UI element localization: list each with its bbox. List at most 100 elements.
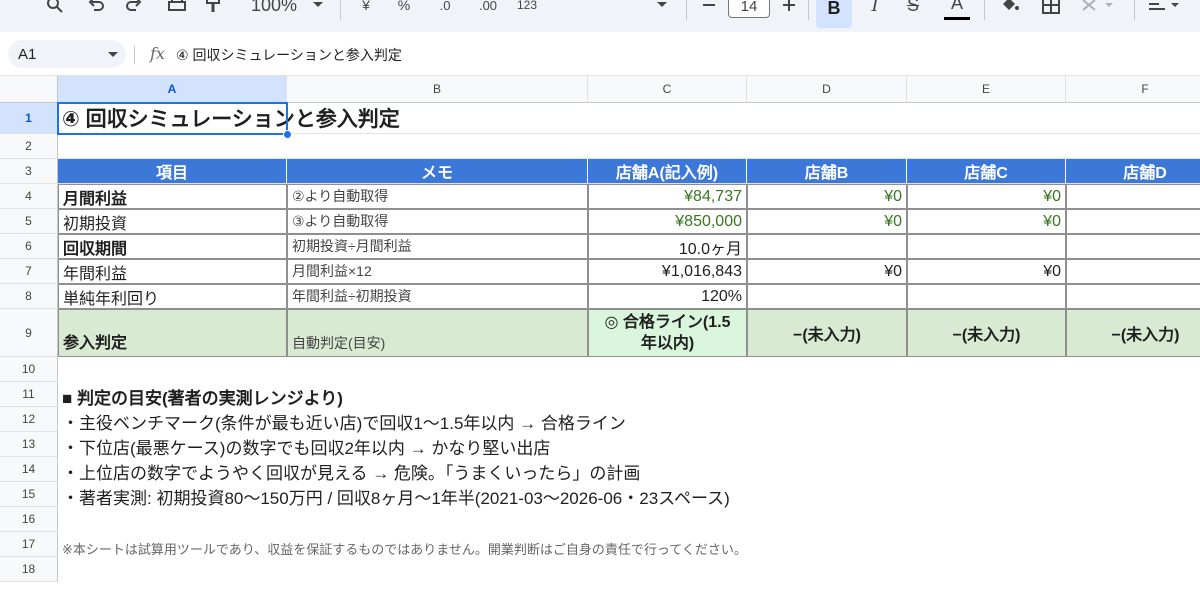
row-header[interactable]: 4 bbox=[0, 184, 58, 209]
store-a-cell[interactable]: ¥850,000 bbox=[588, 209, 747, 234]
store-b-cell[interactable] bbox=[747, 284, 907, 309]
store-c-cell[interactable] bbox=[907, 284, 1066, 309]
judge-item-cell[interactable]: 参入判定 bbox=[58, 309, 287, 357]
header-item[interactable]: 項目 bbox=[58, 159, 287, 184]
header-store-c[interactable]: 店舗C bbox=[907, 159, 1066, 184]
row-header[interactable]: 12 bbox=[0, 407, 58, 432]
undo-icon[interactable] bbox=[84, 0, 110, 20]
header-store-d[interactable]: 店舗D bbox=[1066, 159, 1200, 184]
store-a-cell[interactable]: ¥1,016,843 bbox=[588, 259, 747, 284]
store-a-cell[interactable]: 120% bbox=[588, 284, 747, 309]
row-header[interactable]: 16 bbox=[0, 507, 58, 532]
row-header[interactable]: 5 bbox=[0, 209, 58, 234]
merge-cells-icon[interactable] bbox=[1078, 0, 1118, 20]
borders-icon[interactable] bbox=[1038, 0, 1064, 20]
judge-store-b-cell[interactable]: −(未入力) bbox=[747, 309, 907, 357]
store-b-cell[interactable] bbox=[747, 234, 907, 259]
row-header[interactable]: 2 bbox=[0, 134, 58, 159]
row-header[interactable]: 1 bbox=[0, 103, 58, 134]
item-cell[interactable]: 月間利益 bbox=[58, 184, 287, 209]
item-cell[interactable]: 回収期間 bbox=[58, 234, 287, 259]
store-c-cell[interactable]: ¥0 bbox=[907, 184, 1066, 209]
row-header[interactable]: 10 bbox=[0, 357, 58, 382]
row-header[interactable]: 8 bbox=[0, 284, 58, 309]
row-header[interactable]: 3 bbox=[0, 159, 58, 184]
row-header[interactable]: 15 bbox=[0, 482, 58, 507]
fill-color-icon[interactable] bbox=[996, 0, 1024, 20]
font-size-input[interactable]: 14 bbox=[728, 0, 770, 18]
header-store-a[interactable]: 店舗A(記入例) bbox=[588, 159, 747, 184]
row-header[interactable]: 14 bbox=[0, 457, 58, 482]
row-header[interactable]: 7 bbox=[0, 259, 58, 284]
memo-cell[interactable]: ③より自動取得 bbox=[287, 209, 588, 234]
font-dropdown-icon[interactable] bbox=[652, 0, 672, 20]
align-icon[interactable] bbox=[1144, 0, 1184, 20]
store-d-cell[interactable] bbox=[1066, 284, 1200, 309]
fill-handle[interactable] bbox=[283, 130, 292, 139]
paint-format-icon[interactable] bbox=[200, 0, 226, 20]
column-header-e[interactable]: E bbox=[907, 76, 1066, 103]
formula-input[interactable]: ④ 回収シミュレーションと参入判定 bbox=[176, 45, 402, 65]
judge-store-d-cell[interactable]: −(未入力) bbox=[1066, 309, 1200, 357]
header-memo[interactable]: メモ bbox=[287, 159, 588, 184]
store-c-cell[interactable]: ¥0 bbox=[907, 259, 1066, 284]
column-header-d[interactable]: D bbox=[747, 76, 907, 103]
decimal-decrease-icon[interactable]: .0 bbox=[432, 0, 458, 20]
header-store-b[interactable]: 店舗B bbox=[747, 159, 907, 184]
store-b-cell[interactable]: ¥0 bbox=[747, 259, 907, 284]
row-header[interactable]: 11 bbox=[0, 382, 58, 407]
select-all-corner[interactable] bbox=[0, 76, 58, 103]
formula-bar: A1 fx ④ 回収シミュレーションと参入判定 bbox=[0, 32, 1200, 76]
italic-icon[interactable]: I bbox=[862, 0, 888, 20]
decimal-increase-icon[interactable]: .00 bbox=[474, 0, 502, 20]
redo-icon[interactable] bbox=[120, 0, 146, 20]
store-d-cell[interactable] bbox=[1066, 209, 1200, 234]
text-color-icon[interactable]: A bbox=[944, 0, 970, 20]
print-icon[interactable] bbox=[164, 0, 190, 20]
store-a-cell[interactable]: 10.0ヶ月 bbox=[588, 234, 747, 259]
zoom-dropdown-icon[interactable] bbox=[308, 0, 328, 20]
store-a-cell[interactable]: ¥84,737 bbox=[588, 184, 747, 209]
plus-icon[interactable] bbox=[778, 0, 800, 20]
fx-icon: fx bbox=[150, 44, 165, 63]
memo-cell[interactable]: 年間利益÷初期投資 bbox=[287, 284, 588, 309]
row-header[interactable]: 13 bbox=[0, 432, 58, 457]
empty-row[interactable] bbox=[58, 134, 1200, 159]
row-header[interactable]: 18 bbox=[0, 557, 58, 582]
judge-store-c-cell[interactable]: −(未入力) bbox=[907, 309, 1066, 357]
name-box[interactable]: A1 bbox=[8, 40, 126, 68]
strikethrough-icon[interactable]: S bbox=[900, 0, 926, 20]
currency-icon[interactable]: ¥ bbox=[354, 0, 378, 20]
store-b-cell[interactable]: ¥0 bbox=[747, 209, 907, 234]
row-header[interactable]: 9 bbox=[0, 309, 58, 357]
column-header-b[interactable]: B bbox=[287, 76, 588, 103]
minus-icon[interactable] bbox=[698, 0, 720, 20]
judge-memo-cell[interactable]: 自動判定(目安) bbox=[287, 309, 588, 357]
store-d-cell[interactable] bbox=[1066, 184, 1200, 209]
zoom-level[interactable]: 100% bbox=[244, 0, 304, 20]
store-c-cell[interactable]: ¥0 bbox=[907, 209, 1066, 234]
item-cell[interactable]: 単純年利回り bbox=[58, 284, 287, 309]
memo-cell[interactable]: ②より自動取得 bbox=[287, 184, 588, 209]
criteria-item: ・主役ベンチマーク(条件が最も近い店)で回収1〜1.5年以内 → 合格ライン bbox=[62, 414, 626, 433]
item-cell[interactable]: 年間利益 bbox=[58, 259, 287, 284]
memo-cell[interactable]: 初期投資÷月間利益 bbox=[287, 234, 588, 259]
column-header-f[interactable]: F bbox=[1066, 76, 1200, 103]
name-box-dropdown-icon[interactable] bbox=[108, 52, 118, 57]
column-header-c[interactable]: C bbox=[588, 76, 747, 103]
sheet-title[interactable]: ④ 回収シミュレーションと参入判定 bbox=[58, 103, 1200, 134]
store-b-cell[interactable]: ¥0 bbox=[747, 184, 907, 209]
store-d-cell[interactable] bbox=[1066, 234, 1200, 259]
column-header-a[interactable]: A bbox=[58, 76, 287, 103]
search-icon[interactable] bbox=[42, 0, 68, 20]
percent-icon[interactable]: % bbox=[392, 0, 416, 20]
memo-cell[interactable]: 月間利益×12 bbox=[287, 259, 588, 284]
item-cell[interactable]: 初期投資 bbox=[58, 209, 287, 234]
row-header[interactable]: 17 bbox=[0, 532, 58, 557]
judge-store-a-cell[interactable]: ◎ 合格ライン(1.5 年以内) bbox=[588, 309, 747, 357]
number-format-icon[interactable]: 123 bbox=[512, 0, 542, 20]
store-d-cell[interactable] bbox=[1066, 259, 1200, 284]
bold-icon[interactable]: B bbox=[816, 0, 852, 28]
row-header[interactable]: 6 bbox=[0, 234, 58, 259]
store-c-cell[interactable] bbox=[907, 234, 1066, 259]
